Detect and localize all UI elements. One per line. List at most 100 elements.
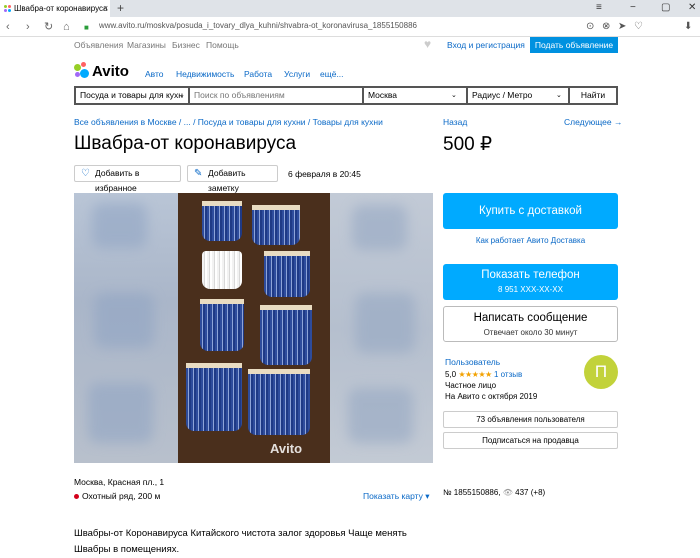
seller-type: Частное лицо bbox=[445, 381, 497, 390]
city-select[interactable]: Москва ⌄ bbox=[364, 88, 464, 103]
seller-name-link[interactable]: Пользователь bbox=[445, 357, 500, 367]
reviews-link[interactable]: 1 отзыв bbox=[494, 370, 522, 379]
page-title: Швабра-от коронавируса bbox=[74, 133, 297, 154]
publish-date: 6 февраля в 20:45 bbox=[288, 169, 361, 179]
window-close-icon[interactable]: ✕ bbox=[688, 0, 696, 16]
top-link-ads[interactable]: Объявления bbox=[74, 40, 123, 50]
show-phone-label: Показать телефон bbox=[481, 269, 580, 281]
metro-label: Охотный ряд, 200 м bbox=[82, 491, 161, 501]
download-icon[interactable]: ⬇ bbox=[684, 20, 692, 34]
back-icon[interactable]: ‹ bbox=[6, 20, 10, 34]
chevron-down-icon: ⌄ bbox=[451, 92, 457, 99]
ad-number: № 1855150886, bbox=[443, 488, 501, 497]
reload-icon[interactable]: ↻ bbox=[44, 20, 53, 34]
login-link[interactable]: Вход и регистрация bbox=[447, 40, 525, 50]
chevron-down-icon: ⌄ bbox=[556, 92, 562, 99]
category-jobs[interactable]: Работа bbox=[244, 69, 272, 79]
how-delivery-works-link[interactable]: Как работает Авито Доставка bbox=[443, 236, 618, 245]
category-realty[interactable]: Недвижимость bbox=[176, 69, 234, 79]
ad-meta: № 1855150886, 👁 437 (+8) bbox=[443, 488, 545, 497]
mop-head-white bbox=[202, 251, 242, 289]
browser-menu-icon[interactable]: ≡ bbox=[596, 0, 602, 16]
home-icon[interactable]: ⌂ bbox=[63, 20, 70, 34]
tab-close-icon[interactable]: × bbox=[103, 0, 108, 17]
url-field[interactable]: www.avito.ru/moskva/posuda_i_tovary_dlya… bbox=[99, 21, 417, 30]
radius-select[interactable]: Радиус / Метро ⌄ bbox=[468, 88, 568, 103]
heart-icon: ♡ bbox=[81, 168, 90, 179]
avatar[interactable]: П bbox=[584, 355, 618, 389]
listing-photo[interactable] bbox=[178, 193, 330, 463]
send-icon[interactable]: ➤ bbox=[618, 20, 626, 34]
minimize-icon[interactable]: − bbox=[630, 0, 636, 16]
bookmark-heart-icon[interactable]: ♡ bbox=[634, 20, 643, 34]
mop-head bbox=[252, 205, 300, 245]
avito-logo[interactable]: Avito bbox=[74, 62, 136, 82]
avito-watermark: Avito bbox=[270, 441, 303, 456]
metro-station: Охотный ряд, 200 м bbox=[74, 491, 160, 501]
note-icon: ✎ bbox=[194, 168, 203, 179]
mop-head bbox=[202, 201, 242, 241]
rating-stars-icon: ★★★★★ bbox=[458, 370, 492, 379]
add-note-button[interactable]: ✎ Добавить заметку bbox=[187, 165, 278, 193]
metro-line-icon bbox=[74, 494, 79, 500]
next-link[interactable]: Следующее → bbox=[564, 117, 622, 127]
category-select-value: Посуда и товары для кухн bbox=[80, 90, 183, 100]
post-ad-button[interactable]: Подать объявление bbox=[530, 37, 618, 53]
add-note-label: Добавить заметку bbox=[208, 168, 246, 193]
forward-icon[interactable]: › bbox=[26, 20, 30, 34]
show-map-link[interactable]: Показать карту ▾ bbox=[363, 491, 430, 502]
gallery-blur-left bbox=[74, 193, 178, 463]
lock-icon: ■ bbox=[84, 23, 89, 32]
category-more[interactable]: ещё... bbox=[320, 69, 344, 79]
write-message-label: Написать сообщение bbox=[473, 312, 588, 324]
subscribe-seller-button[interactable]: Подписаться на продавца bbox=[443, 432, 618, 449]
show-phone-button[interactable]: Показать телефон 8 951 XXX-XX-XX bbox=[443, 264, 618, 300]
reply-time: Отвечает около 30 минут bbox=[483, 328, 578, 337]
mop-head bbox=[200, 299, 244, 351]
buy-with-delivery-button[interactable]: Купить с доставкой bbox=[443, 193, 618, 229]
favorites-heart-icon[interactable]: ♥ bbox=[424, 37, 431, 51]
camera-icon[interactable]: ⊙ bbox=[586, 20, 594, 34]
address: Москва, Красная пл., 1 bbox=[74, 477, 165, 487]
block-icon[interactable]: ⊗ bbox=[602, 20, 610, 34]
city-select-value: Москва bbox=[368, 90, 398, 100]
tab-title: Швабра-от коронавируса bbox=[14, 4, 108, 13]
mop-head bbox=[186, 363, 242, 431]
photo-gallery[interactable]: Avito bbox=[74, 193, 433, 463]
eye-icon: 👁 bbox=[502, 488, 513, 497]
seller-since: На Авито с октября 2019 bbox=[445, 392, 538, 401]
seller-ads-button[interactable]: 73 объявления пользователя bbox=[443, 411, 618, 428]
gallery-blur-right bbox=[330, 193, 433, 463]
chevron-down-icon: ⌄ bbox=[179, 92, 185, 99]
search-bar: Посуда и товары для кухн ⌄ Москва ⌄ Ради… bbox=[74, 86, 618, 105]
category-select[interactable]: Посуда и товары для кухн ⌄ bbox=[76, 88, 188, 103]
add-favorite-label: Добавить в избранное bbox=[95, 168, 140, 193]
browser-tab[interactable]: Швабра-от коронавируса bbox=[0, 0, 110, 17]
back-link[interactable]: Назад bbox=[443, 117, 467, 127]
category-auto[interactable]: Авто bbox=[145, 69, 164, 79]
top-link-business[interactable]: Бизнес bbox=[172, 40, 200, 50]
phone-mask: 8 951 XXX-XX-XX bbox=[498, 285, 563, 294]
mop-head bbox=[248, 369, 310, 435]
find-button[interactable]: Найти bbox=[570, 88, 616, 103]
price: 500 ₽ bbox=[443, 134, 493, 155]
browser-tab-bar: Швабра-от коронавируса × + ≡ − ▢ ✕ bbox=[0, 0, 700, 17]
top-link-shops[interactable]: Магазины bbox=[127, 40, 166, 50]
new-tab-button[interactable]: + bbox=[117, 0, 124, 16]
category-services[interactable]: Услуги bbox=[284, 69, 310, 79]
write-message-button[interactable]: Написать сообщение Отвечает около 30 мин… bbox=[443, 306, 618, 342]
top-link-help[interactable]: Помощь bbox=[206, 40, 239, 50]
seller-rating: 5,0 ★★★★★ 1 отзыв bbox=[445, 370, 522, 379]
logo-text: Avito bbox=[92, 63, 129, 80]
maximize-icon[interactable]: ▢ bbox=[661, 0, 670, 16]
breadcrumb[interactable]: Все объявления в Москве / ... / Посуда и… bbox=[74, 117, 383, 127]
description: Швабры-от Коронавируса Китайского чистот… bbox=[74, 528, 407, 555]
mop-head bbox=[264, 251, 310, 297]
search-input[interactable] bbox=[190, 88, 360, 103]
rating-value: 5,0 bbox=[445, 370, 457, 379]
avito-favicon-icon bbox=[4, 5, 11, 12]
add-favorite-button[interactable]: ♡ Добавить в избранное bbox=[74, 165, 181, 193]
radius-select-value: Радиус / Метро bbox=[472, 90, 533, 100]
address-bar: ‹ › ↻ ⌂ ■ www.avito.ru/moskva/posuda_i_t… bbox=[0, 17, 700, 37]
mop-head bbox=[260, 305, 312, 365]
